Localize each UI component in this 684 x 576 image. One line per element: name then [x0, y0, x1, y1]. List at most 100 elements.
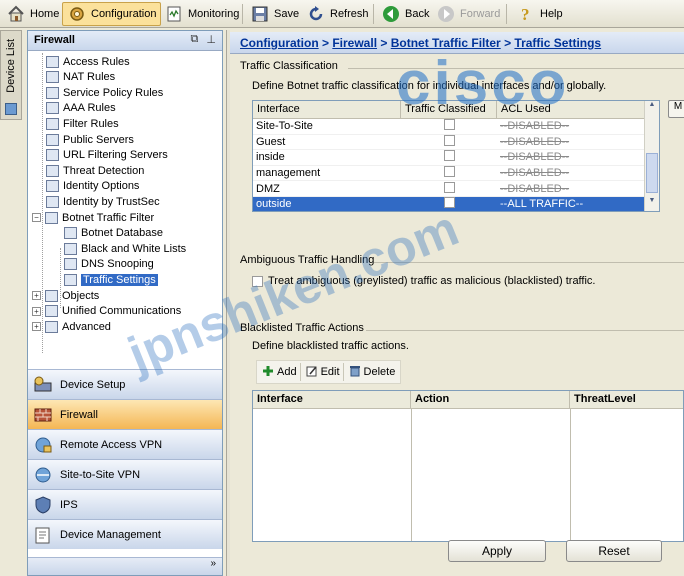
scroll-up-icon[interactable]: ▲ — [646, 101, 658, 115]
table-row[interactable]: inside --DISABLED-- — [253, 150, 645, 166]
table-row[interactable]: DMZ --DISABLED-- — [253, 181, 645, 197]
device-list-tab[interactable]: Device List — [0, 30, 22, 120]
treat-ambiguous-checkbox[interactable] — [252, 275, 263, 287]
main-toolbar: Home Configuration Monitoring Save Refre… — [0, 0, 684, 28]
manage-button[interactable]: M — [668, 100, 684, 118]
table-header: Interface Traffic Classified ACL Used — [253, 101, 645, 119]
refresh-icon — [306, 4, 326, 24]
breadcrumb-botnet-traffic-filter[interactable]: Botnet Traffic Filter — [391, 36, 501, 50]
reset-button[interactable]: Reset — [566, 540, 662, 562]
tree-label: Threat Detection — [63, 164, 145, 177]
device-list-label: Device List — [5, 39, 17, 93]
tree-label: AAA Rules — [63, 102, 116, 115]
traffic-classified-checkbox[interactable] — [443, 150, 455, 162]
add-button[interactable]: Add — [259, 363, 301, 381]
pin-icon[interactable]: ⊥ — [206, 33, 216, 46]
tree-item-botnet-database[interactable]: Botnet Database — [64, 226, 163, 241]
traffic-classified-checkbox[interactable] — [443, 181, 455, 193]
tree-item-unified-communications[interactable]: + Unified Communications — [32, 304, 181, 319]
treat-ambiguous-option[interactable]: Treat ambiguous (greylisted) traffic as … — [252, 275, 595, 287]
home-label: Home — [30, 8, 60, 20]
interface-cell: inside — [256, 151, 285, 164]
expand-icon[interactable]: + — [32, 291, 41, 300]
nav-more-button[interactable]: » — [28, 557, 222, 575]
collapse-icon[interactable]: − — [32, 213, 41, 222]
blacklisted-actions-title: Blacklisted Traffic Actions — [240, 322, 364, 334]
tree-item-traffic-settings[interactable]: Traffic Settings — [64, 272, 158, 287]
nav-ips-button[interactable]: IPS — [28, 489, 222, 519]
table-row[interactable]: management --DISABLED-- — [253, 166, 645, 182]
nav-device-setup-button[interactable]: Device Setup — [28, 369, 222, 399]
home-button[interactable]: Home — [2, 2, 63, 26]
breadcrumb-firewall[interactable]: Firewall — [332, 36, 377, 50]
column-header-interface[interactable]: Interface — [253, 391, 411, 408]
tree-item-dns-snooping[interactable]: DNS Snooping — [64, 257, 154, 272]
blacklisted-actions-description: Define blacklisted traffic actions. — [252, 340, 409, 352]
column-header-threat-level[interactable]: ThreatLevel — [570, 391, 683, 408]
objects-icon — [45, 289, 58, 302]
apply-button[interactable]: Apply — [448, 540, 546, 562]
tree-item-objects[interactable]: + Objects — [32, 288, 99, 303]
nav-firewall-button[interactable]: Firewall — [28, 399, 222, 429]
expand-icon[interactable]: + — [32, 322, 41, 332]
column-header-traffic-classified[interactable]: Traffic Classified — [401, 101, 497, 118]
monitoring-button[interactable]: Monitoring — [160, 2, 243, 26]
traffic-classified-checkbox[interactable] — [443, 197, 455, 209]
table-header: Interface Action ThreatLevel — [253, 391, 683, 409]
column-header-acl-used[interactable]: ACL Used — [497, 101, 645, 118]
tree-item-black-white-lists[interactable]: Black and White Lists — [64, 241, 186, 256]
scroll-down-icon[interactable]: ▼ — [646, 197, 658, 211]
tree-item-service-policy-rules[interactable]: Service Policy Rules — [46, 85, 163, 100]
device-list-icon — [5, 103, 17, 115]
traffic-classification-title: Traffic Classification — [240, 60, 338, 72]
edit-button[interactable]: Edit — [303, 363, 344, 381]
device-management-icon — [32, 524, 54, 546]
tree-item-botnet-traffic-filter[interactable]: − Botnet Traffic Filter — [32, 210, 154, 225]
back-button[interactable]: Back — [377, 2, 433, 26]
tree-item-identity-options[interactable]: Identity Options — [46, 179, 139, 194]
nav-button-label: Device Management — [60, 528, 161, 541]
delete-button[interactable]: Delete — [346, 363, 399, 381]
table-row[interactable]: Site-To-Site --DISABLED-- — [253, 119, 645, 135]
column-header-interface[interactable]: Interface — [253, 101, 401, 118]
configuration-button[interactable]: Configuration — [62, 2, 162, 26]
toolbar-separator — [373, 4, 374, 24]
tree-item-advanced[interactable]: + Advanced — [32, 319, 111, 334]
configuration-label: Configuration — [91, 8, 157, 20]
tree-item-threat-detection[interactable]: Threat Detection — [46, 163, 144, 178]
tree-item-access-rules[interactable]: Access Rules — [46, 54, 130, 69]
interface-cell: management — [256, 167, 321, 180]
tree-label: Access Rules — [63, 55, 130, 68]
column-header-action[interactable]: Action — [411, 391, 570, 408]
help-icon: ? — [516, 4, 536, 24]
table-row[interactable]: Guest --DISABLED-- — [253, 134, 645, 151]
traffic-classified-checkbox[interactable] — [443, 119, 455, 131]
help-button[interactable]: ? Help — [512, 2, 567, 26]
back-arrow-icon — [381, 4, 401, 24]
tree-item-public-servers[interactable]: Public Servers — [46, 132, 134, 147]
tree-item-identity-by-trustsec[interactable]: Identity by TrustSec — [46, 194, 160, 209]
forward-button[interactable]: Forward — [432, 2, 504, 26]
tree-label: Service Policy Rules — [63, 86, 164, 99]
scrollbar-thumb[interactable] — [646, 153, 658, 193]
breadcrumb-traffic-settings[interactable]: Traffic Settings — [514, 36, 601, 50]
tree-item-aaa-rules[interactable]: AAA Rules — [46, 101, 116, 116]
tree-item-url-filtering-servers[interactable]: URL Filtering Servers — [46, 148, 168, 163]
breadcrumb-configuration[interactable]: Configuration — [240, 36, 319, 50]
table-row-selected[interactable]: outside --ALL TRAFFIC-- — [253, 197, 645, 211]
tree-item-nat-rules[interactable]: NAT Rules — [46, 70, 115, 85]
nav-device-management-button[interactable]: Device Management — [28, 519, 222, 549]
table-scrollbar[interactable]: ▲ ▼ — [644, 101, 659, 211]
refresh-button[interactable]: Refresh — [302, 2, 373, 26]
nav-remote-access-vpn-button[interactable]: Remote Access VPN — [28, 429, 222, 459]
expand-icon[interactable]: + — [32, 306, 41, 316]
save-button[interactable]: Save — [246, 2, 303, 26]
float-icon[interactable]: ⧉ — [191, 33, 199, 46]
traffic-classified-checkbox[interactable] — [443, 134, 455, 146]
nav-button-label: Device Setup — [60, 378, 126, 391]
traffic-classified-checkbox[interactable] — [443, 166, 455, 178]
nav-site-to-site-vpn-button[interactable]: Site-to-Site VPN — [28, 459, 222, 489]
breadcrumb-separator: > — [377, 36, 391, 50]
tree-item-filter-rules[interactable]: Filter Rules — [46, 116, 119, 131]
access-rules-icon — [46, 55, 59, 68]
